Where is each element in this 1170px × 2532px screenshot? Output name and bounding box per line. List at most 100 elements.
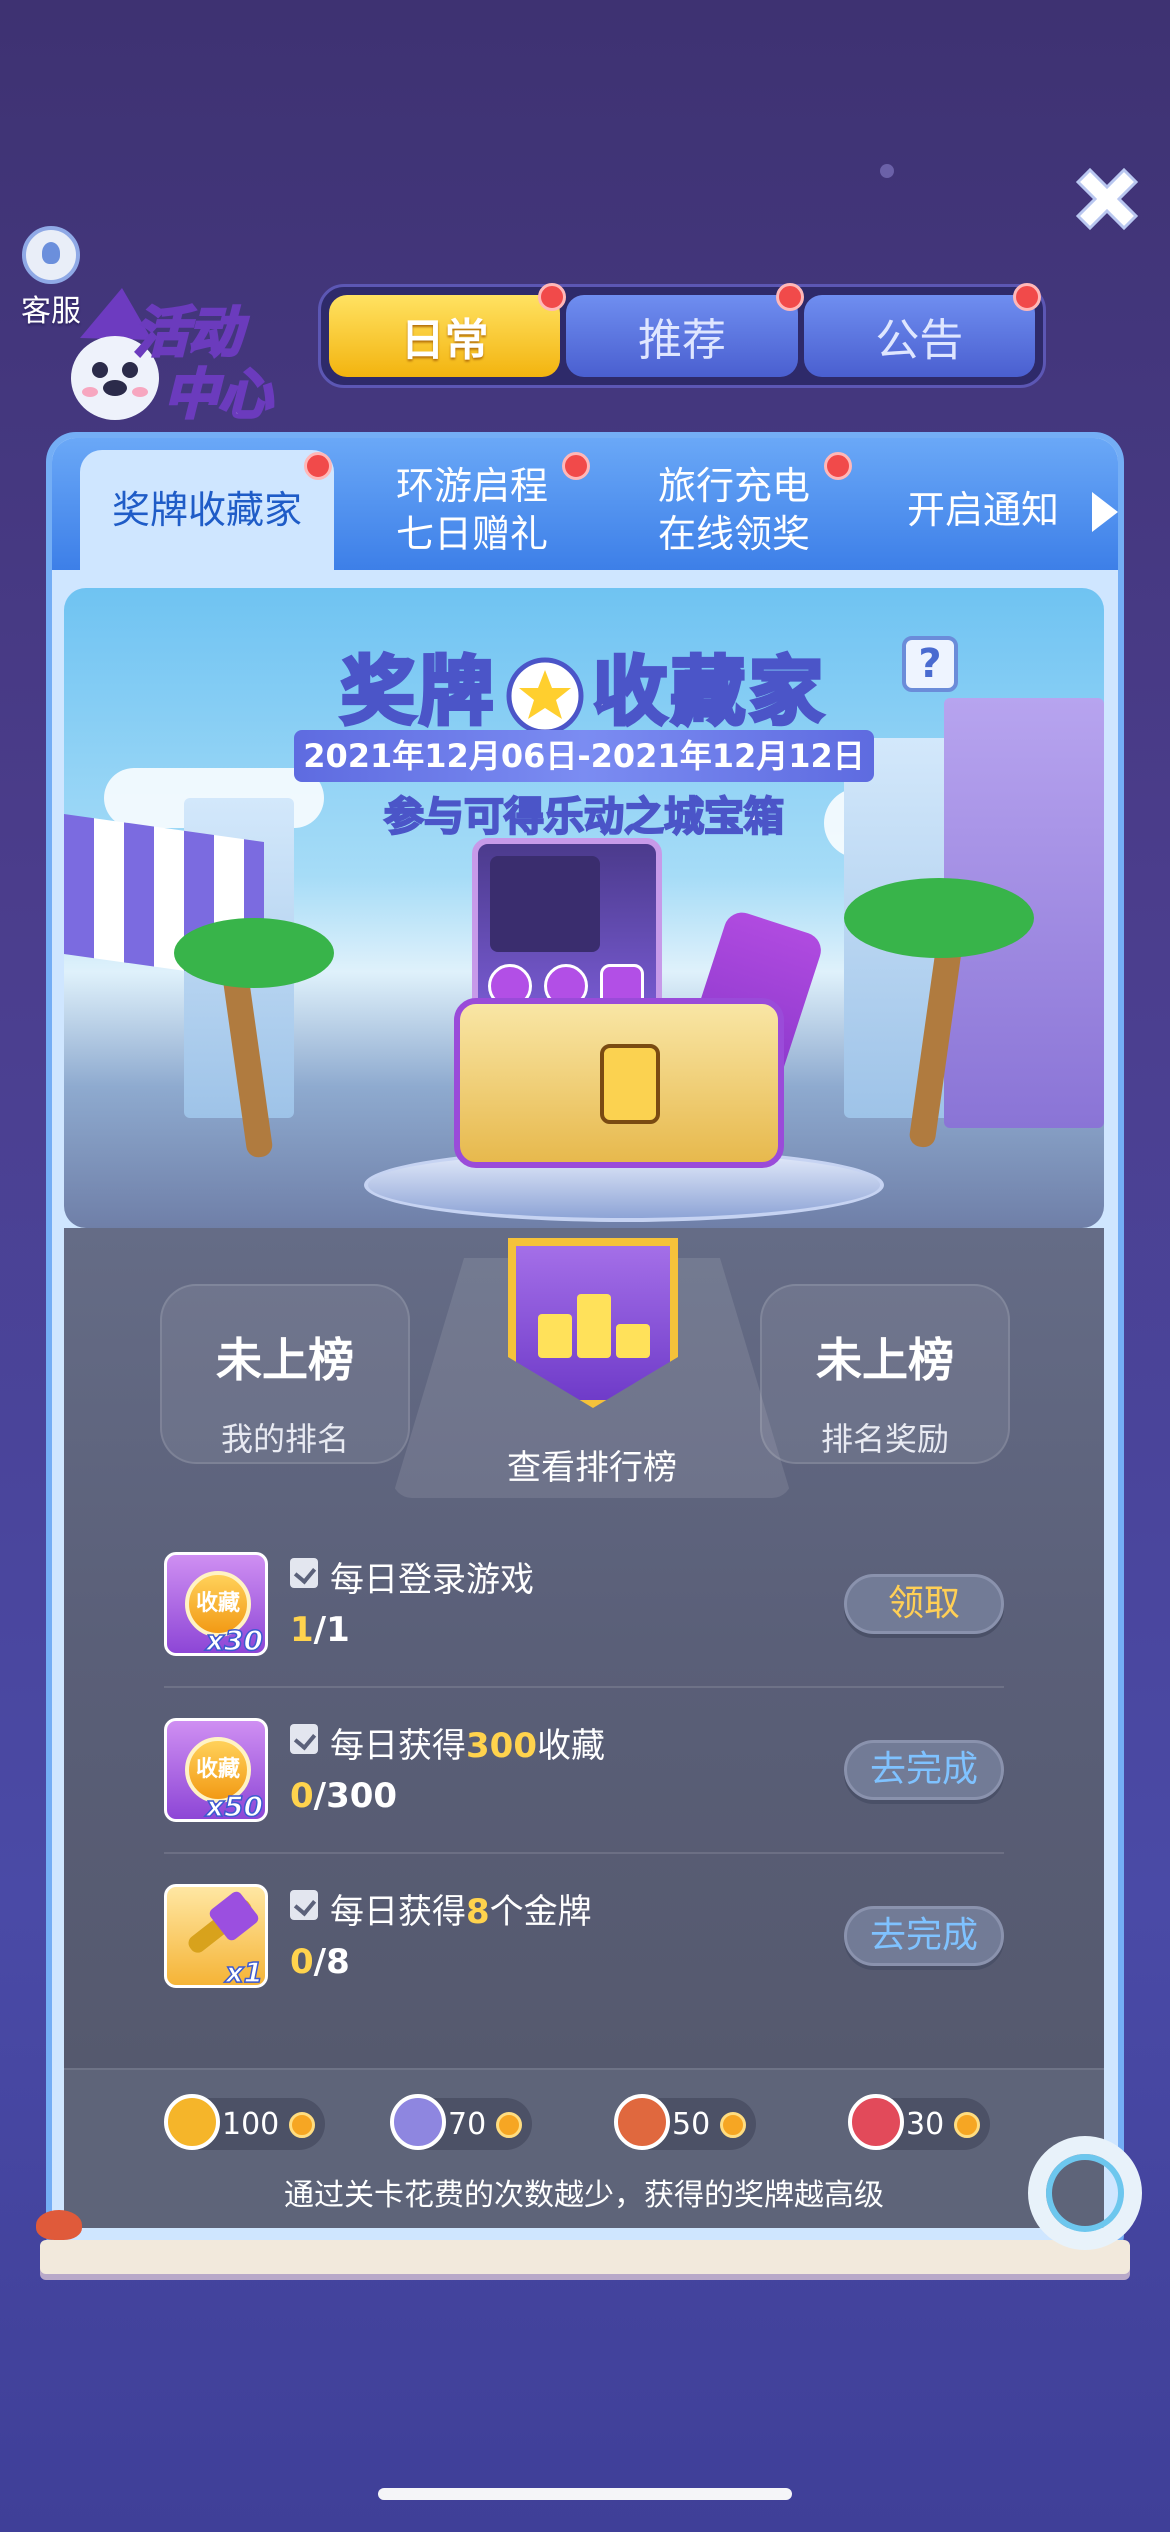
task-title-suffix: 个金牌 (489, 1892, 592, 1932)
medal-silver: 70 (390, 2094, 533, 2150)
collection-reward-icon: 收藏 x30 (164, 1552, 268, 1658)
tab-announcement[interactable]: 公告 (803, 283, 1041, 377)
checkbox-icon (290, 1890, 318, 1920)
tab-recommended-label: 推荐 (637, 315, 726, 366)
task-title-highlight: 8 (466, 1892, 490, 1932)
medal-value: 30 (906, 2106, 945, 2142)
palm-leaves (174, 918, 334, 988)
crab-icon (36, 2210, 82, 2240)
bg-sparkle (880, 164, 894, 178)
medals-note: 通过关卡花费的次数越少，获得的奖牌越高级 (284, 2178, 884, 2213)
task-title: 每日获得300收藏 (330, 1718, 605, 1767)
task-row: 收藏 x50 每日获得300收藏 0/300 去完成 (164, 1718, 1004, 1828)
tab-announcement-label: 公告 (875, 315, 964, 366)
medal-value: 70 (448, 2106, 487, 2142)
reward-quantity: x1 (225, 1955, 264, 1990)
task-title-suffix: 收藏 (536, 1726, 605, 1766)
subtab-seven-day-gift-label: 环游启程 七日赠礼 (395, 464, 548, 556)
progress-done: 0 (290, 1776, 314, 1816)
tab-daily[interactable]: 日常 (329, 283, 567, 377)
silver-medal-icon (390, 2094, 446, 2150)
divider (164, 1686, 1004, 1688)
task-progress: 0/8 (290, 1942, 350, 1982)
notification-dot (824, 452, 852, 480)
palm-leaves (844, 878, 1034, 958)
swim-ring-icon (1028, 2136, 1142, 2250)
medal-bronze: 50 (614, 2094, 757, 2150)
sub-tab-bar: 奖牌收藏家 环游启程 七日赠礼 旅行充电 在线领奖 开启通知 (52, 438, 1118, 570)
go-complete-button[interactable]: 去完成 (844, 1906, 1004, 1966)
task-title: 每日获得8个金牌 (330, 1884, 592, 1933)
task-progress: 1/1 (290, 1610, 350, 1650)
task-title-text: 每日获得 (330, 1726, 466, 1766)
rank-reward-card[interactable]: 未上榜 排名奖励 (760, 1284, 1010, 1464)
task-title: 每日登录游戏 (330, 1552, 534, 1601)
my-rank-card: 未上榜 我的排名 (160, 1284, 410, 1464)
banner-title-right: 收藏家 (591, 647, 827, 737)
go-complete-button[interactable]: 去完成 (844, 1740, 1004, 1800)
gold-medal-icon (164, 2094, 220, 2150)
coin-icon (289, 2112, 316, 2138)
bronze-medal-icon (614, 2094, 670, 2150)
my-rank-label: 我的排名 (220, 1420, 349, 1458)
task-row: 收藏 x30 每日登录游戏 1/1 领取 (164, 1552, 1004, 1662)
checkbox-icon (290, 1558, 318, 1588)
medal-values-bar: 100 70 50 30 通过关卡花费的次数越少，获得的奖牌越高级 (64, 2068, 1104, 2228)
activity-center-logo: 活动 中心 (60, 258, 300, 438)
coin-icon (496, 2112, 523, 2138)
task-title-text: 每日获得 (330, 1892, 466, 1932)
rank-reward-label: 排名奖励 (820, 1420, 949, 1458)
subtab-online-reward-label: 旅行充电 在线领奖 (657, 464, 810, 556)
scroll-right-icon[interactable] (1092, 492, 1118, 532)
key-reward-icon: x1 (164, 1884, 268, 1990)
tab-recommended[interactable]: 推荐 (566, 283, 804, 377)
collection-reward-icon: 收藏 x50 (164, 1718, 268, 1824)
banner-subtitle: 参与可得乐动之城宝箱 (383, 793, 785, 841)
notification-dot (538, 283, 567, 311)
notification-dot (1012, 283, 1041, 311)
subtab-enable-notification[interactable]: 开启通知 (878, 450, 1088, 570)
coin-icon (720, 2112, 747, 2138)
notification-dot (562, 452, 590, 480)
medal-value: 100 (222, 2106, 280, 2142)
task-progress: 0/300 (290, 1776, 397, 1816)
task-title-text: 每日登录游戏 (330, 1560, 534, 1600)
divider (164, 1852, 1004, 1854)
podium-bars-icon (538, 1288, 650, 1358)
leaderboard-button[interactable]: 查看排行榜 (392, 1228, 792, 1498)
treasure-chest-icon (454, 998, 784, 1168)
claim-button[interactable]: 领取 (844, 1574, 1004, 1634)
subtab-medal-collector[interactable]: 奖牌收藏家 (80, 450, 334, 570)
tasks-section: 未上榜 我的排名 查看排行榜 未上榜 排名奖励 收藏 x30 每日登录游戏 1/… (64, 1228, 1104, 2068)
reward-quantity: x30 (205, 1623, 264, 1658)
medal-value: 50 (672, 2106, 711, 2142)
help-button[interactable]: ? (902, 636, 958, 692)
notification-dot (304, 452, 332, 480)
top-tab-bar: 日常 推荐 公告 (318, 283, 1046, 388)
medal-gold: 100 (164, 2094, 326, 2150)
subtab-enable-notification-label: 开启通知 (906, 488, 1059, 532)
event-date-range: 2021年12月06日-2021年12月12日 (294, 730, 874, 782)
progress-done: 1 (290, 1610, 314, 1650)
star-badge-icon (506, 657, 584, 735)
subtab-seven-day-gift[interactable]: 环游启程 七日赠礼 (352, 450, 592, 570)
progress-total: /8 (313, 1942, 350, 1982)
progress-done: 0 (290, 1942, 314, 1982)
progress-total: /1 (313, 1610, 350, 1650)
logo-text-line2: 中心 (163, 362, 274, 428)
checkbox-icon (290, 1724, 318, 1754)
task-row: x1 每日获得8个金牌 0/8 去完成 (164, 1884, 1004, 1994)
close-icon (1075, 167, 1139, 231)
tab-daily-label: 日常 (400, 315, 489, 366)
view-leaderboard-label: 查看排行榜 (507, 1448, 677, 1488)
subtab-medal-collector-label: 奖牌收藏家 (111, 488, 302, 532)
home-indicator[interactable] (378, 2488, 792, 2500)
task-title-highlight: 300 (466, 1726, 537, 1766)
lock-icon (600, 1044, 660, 1124)
subtab-online-reward[interactable]: 旅行充电 在线领奖 (614, 450, 854, 570)
banner-title-left: 奖牌 (339, 647, 497, 737)
red-medal-icon (848, 2094, 904, 2150)
progress-total: /300 (313, 1776, 398, 1816)
close-button[interactable] (1068, 160, 1146, 238)
rank-reward-value: 未上榜 (816, 1333, 954, 1387)
